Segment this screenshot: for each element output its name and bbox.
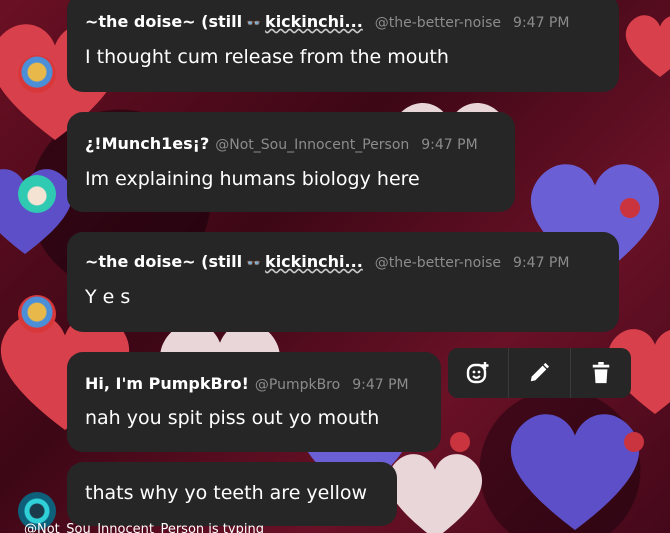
message-text: Im explaining humans biology here xyxy=(85,168,420,190)
author-name[interactable]: ~the doise~ (still xyxy=(85,12,242,31)
author-handle[interactable]: @the-better-noise xyxy=(375,15,501,31)
glasses-icon: 👓 xyxy=(246,256,262,270)
message-text: I thought cum release from the mouth xyxy=(85,46,449,68)
message-time: 9:47 PM xyxy=(513,15,570,31)
message-header: Hi, I'm PumpkBro! @PumpkBro 9:47 PM xyxy=(85,374,409,393)
heart-decoration xyxy=(510,414,640,530)
avatar[interactable] xyxy=(18,295,56,333)
author-name[interactable]: ~the doise~ (still xyxy=(85,252,242,271)
avatar[interactable] xyxy=(18,55,56,93)
message-time: 9:47 PM xyxy=(421,137,478,153)
message-header: ~the doise~ (still 👓 kickinchi... @the-b… xyxy=(85,252,569,271)
message-action-toolbar xyxy=(448,348,631,398)
add-reaction-button[interactable] xyxy=(448,348,508,398)
dot-decoration xyxy=(450,432,470,452)
author-handle[interactable]: @PumpkBro xyxy=(255,377,340,393)
edit-message-button[interactable] xyxy=(508,348,569,398)
message-bubble[interactable]: Hi, I'm PumpkBro! @PumpkBro 9:47 PM nah … xyxy=(67,352,441,452)
avatar[interactable] xyxy=(18,175,56,213)
message-header: ¿!Munch1es¡? @Not_Sou_Innocent_Person 9:… xyxy=(85,134,478,153)
delete-message-button[interactable] xyxy=(569,348,631,398)
message-bubble[interactable]: ~the doise~ (still 👓 kickinchi... @the-b… xyxy=(67,0,619,92)
delete-icon xyxy=(592,362,610,384)
author-name[interactable]: ¿!Munch1es¡? xyxy=(85,134,209,153)
message-bubble[interactable]: ¿!Munch1es¡? @Not_Sou_Innocent_Person 9:… xyxy=(67,112,515,212)
message-text: nah you spit piss out yo mouth xyxy=(85,407,380,429)
author-handle[interactable]: @Not_Sou_Innocent_Person xyxy=(215,137,409,153)
author-handle[interactable]: @the-better-noise xyxy=(375,255,501,271)
heart-decoration xyxy=(625,15,670,77)
edit-icon xyxy=(531,362,550,382)
message-header: ~the doise~ (still 👓 kickinchi... @the-b… xyxy=(85,12,569,31)
dot-decoration xyxy=(620,198,640,218)
author-name-suffix[interactable]: kickinchi... xyxy=(265,12,363,31)
dot-decoration xyxy=(624,432,644,452)
message-text: thats why yo teeth are yellow xyxy=(85,482,368,504)
message-text: Y e s xyxy=(85,286,131,308)
add-reaction-icon xyxy=(466,362,489,384)
message-time: 9:47 PM xyxy=(352,377,409,393)
glasses-icon: 👓 xyxy=(246,16,262,30)
author-name-suffix[interactable]: kickinchi... xyxy=(265,252,363,271)
message-bubble[interactable]: ~the doise~ (still 👓 kickinchi... @the-b… xyxy=(67,232,619,332)
typing-indicator: @Not_Sou_Innocent_Person is typing xyxy=(24,522,264,533)
message-bubble[interactable]: thats why yo teeth are yellow xyxy=(67,462,397,526)
author-name[interactable]: Hi, I'm PumpkBro! xyxy=(85,374,249,393)
message-time: 9:47 PM xyxy=(513,255,570,271)
